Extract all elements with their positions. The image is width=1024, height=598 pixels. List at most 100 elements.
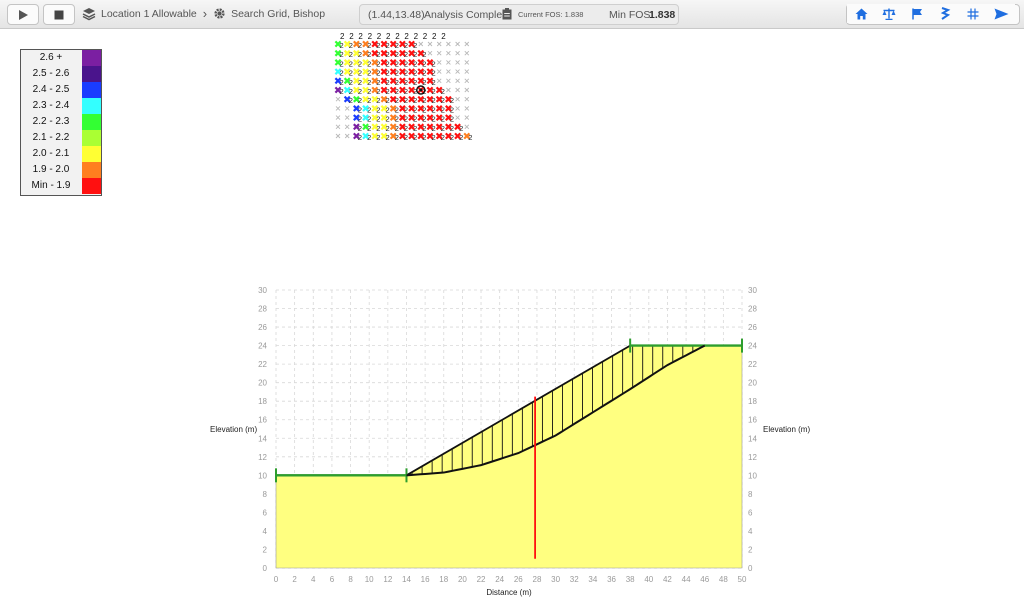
grid-node-result[interactable]: 2 xyxy=(417,59,426,68)
grid-node-result[interactable]: 2 xyxy=(334,86,344,96)
grid-node-result[interactable]: 2 xyxy=(399,86,408,96)
scale-button[interactable] xyxy=(875,4,904,23)
grid-node-result[interactable]: 2 xyxy=(380,77,390,87)
grid-node-result[interactable]: 2 xyxy=(389,49,399,59)
grid-node-result[interactable]: 2 xyxy=(435,95,445,105)
grid-node-result[interactable]: 2 xyxy=(417,49,426,59)
grid-node-result[interactable]: 2 xyxy=(408,86,417,96)
grid-node-result[interactable]: 2 xyxy=(426,95,436,105)
grid-node-result[interactable]: 2 xyxy=(445,132,454,142)
grid-node-result[interactable]: 2 xyxy=(371,95,380,105)
grid-node-result[interactable]: 2 xyxy=(362,95,371,105)
play-button[interactable] xyxy=(7,4,39,25)
grid-node-result[interactable]: 2 xyxy=(353,86,362,96)
grid-node-result[interactable]: 2 xyxy=(371,49,380,59)
grid-node-result[interactable]: 2 xyxy=(408,114,417,124)
grid-node-result[interactable]: 2 xyxy=(435,132,445,142)
grid-node-result[interactable]: 2 xyxy=(445,114,454,124)
grid-node-result[interactable]: 2 xyxy=(399,49,408,59)
home-button[interactable] xyxy=(847,4,876,23)
grid-node-result[interactable]: 2 xyxy=(389,40,399,50)
grid-node-result[interactable]: 2 xyxy=(426,86,436,96)
grid-node-result[interactable]: 2 xyxy=(399,114,408,124)
grid-node-result[interactable]: 2 xyxy=(408,132,417,142)
grid-node-result[interactable]: 2 xyxy=(371,123,380,133)
grid-node-result[interactable]: 2 xyxy=(380,86,390,96)
breadcrumb-method[interactable]: Search Grid, Bishop xyxy=(231,8,325,20)
grid-node-result[interactable]: 2 xyxy=(408,123,417,133)
grid-node-result[interactable]: 2 xyxy=(389,95,399,105)
grid-node-result[interactable]: 2 xyxy=(445,123,454,133)
grid-node-result[interactable]: 2 xyxy=(408,68,417,78)
grid-node-result[interactable]: 2 xyxy=(426,77,436,87)
grid-node-result[interactable]: 2 xyxy=(435,105,445,114)
grid-node-result[interactable]: 2 xyxy=(463,132,472,142)
grid-node-result[interactable]: 2 xyxy=(435,114,445,124)
grid-button[interactable] xyxy=(959,4,988,23)
grid-node-result[interactable]: 2 xyxy=(408,95,417,105)
grid-node-result[interactable]: 2 xyxy=(380,105,390,114)
grid-node-result[interactable]: 2 xyxy=(343,59,353,68)
grid-node-result[interactable]: 2 xyxy=(389,68,399,78)
grid-node-result[interactable]: 2 xyxy=(353,68,362,78)
grid-node-result[interactable]: 2 xyxy=(362,68,371,78)
grid-node-result[interactable]: 2 xyxy=(389,86,399,96)
grid-node-result[interactable]: 2 xyxy=(417,77,426,87)
grid-node-result[interactable]: 2 xyxy=(408,77,417,87)
grid-node-result[interactable]: 2 xyxy=(408,59,417,68)
grid-node-result[interactable]: 2 xyxy=(426,59,436,68)
grid-node-result[interactable]: 2 xyxy=(399,77,408,87)
grid-node-result[interactable]: 2 xyxy=(353,59,362,68)
grid-node-result[interactable]: 2 xyxy=(380,68,390,78)
grid-node-result[interactable]: 2 xyxy=(353,123,362,133)
grid-node-result[interactable]: 2 xyxy=(371,114,380,124)
grid-node-result[interactable]: 2 xyxy=(353,114,362,124)
grid-node-result[interactable]: 2 xyxy=(371,86,380,96)
grid-node-result[interactable]: 2 xyxy=(353,49,362,59)
grid-node-result[interactable]: 2 xyxy=(389,132,399,142)
grid-node-result[interactable]: 2 xyxy=(380,123,390,133)
grid-node-result[interactable]: 2 xyxy=(362,77,371,87)
grid-node-result[interactable]: 2 xyxy=(454,123,463,133)
flag-button[interactable] xyxy=(903,4,932,23)
grid-node-result[interactable]: 2 xyxy=(399,59,408,68)
grid-node-result[interactable]: 2 xyxy=(362,40,371,50)
grid-node-result[interactable]: 2 xyxy=(343,77,353,87)
grid-node-result[interactable]: 2 xyxy=(399,68,408,78)
grid-node-result[interactable]: 2 xyxy=(408,105,417,114)
grid-node-result[interactable]: 2 xyxy=(380,114,390,124)
grid-node-result[interactable]: 2 xyxy=(408,40,417,50)
grid-node-result[interactable]: 2 xyxy=(445,105,454,114)
grid-node-result[interactable]: 2 xyxy=(435,123,445,133)
grid-node-result[interactable]: 2 xyxy=(399,132,408,142)
grid-node-result[interactable]: 2 xyxy=(380,95,390,105)
grid-node-result[interactable]: 2 xyxy=(445,95,454,105)
grid-node-result[interactable]: 2 xyxy=(399,95,408,105)
grid-node-result[interactable]: 2 xyxy=(371,68,380,78)
grid-node-result[interactable]: 2 xyxy=(334,40,344,50)
grid-node-result[interactable]: 2 xyxy=(417,114,426,124)
grid-node-result[interactable]: 2 xyxy=(362,105,371,114)
grid-node-result[interactable]: 2 xyxy=(362,49,371,59)
grid-node-result[interactable]: 2 xyxy=(362,132,371,142)
grid-node-result[interactable]: 2 xyxy=(417,132,426,142)
grid-node-result[interactable]: 2 xyxy=(371,59,380,68)
grid-node-result[interactable]: 2 xyxy=(343,49,353,59)
grid-node-result[interactable]: 2 xyxy=(389,114,399,124)
grid-node-result[interactable]: 2 xyxy=(343,68,353,78)
grid-node-result[interactable]: 2 xyxy=(371,77,380,87)
grid-node-result[interactable]: 2 xyxy=(343,95,353,105)
grid-node-result[interactable]: 2 xyxy=(353,132,362,142)
grid-node-result[interactable]: 2 xyxy=(417,95,426,105)
grid-node-result[interactable]: 2 xyxy=(426,123,436,133)
grid-node-result[interactable]: 2 xyxy=(362,86,371,96)
grid-node-result[interactable]: 2 xyxy=(380,132,390,142)
grid-node-result[interactable]: 2 xyxy=(343,40,353,50)
grid-node-result[interactable]: 2 xyxy=(362,123,371,133)
clipboard-icon[interactable] xyxy=(502,8,512,20)
grid-node-result[interactable]: 2 xyxy=(380,49,390,59)
grid-node-result[interactable]: 2 xyxy=(426,68,436,78)
grid-node-result[interactable]: 2 xyxy=(353,95,362,105)
grid-node-result[interactable]: 2 xyxy=(426,132,436,142)
stop-button[interactable] xyxy=(43,4,75,25)
